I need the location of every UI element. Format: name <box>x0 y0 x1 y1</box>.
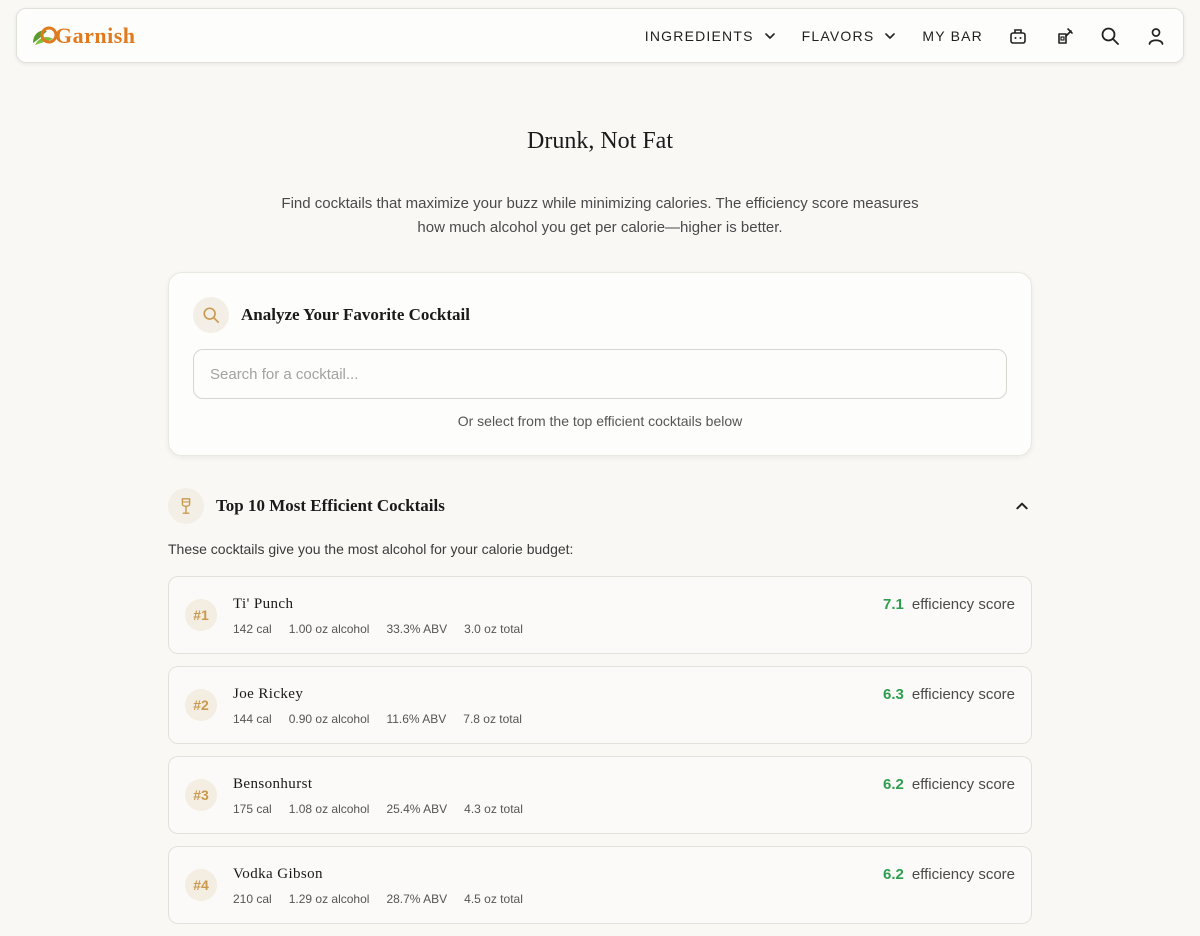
analyze-hint: Or select from the top efficient cocktai… <box>457 413 743 429</box>
cocktail-row[interactable]: #1 Ti' Punch 142 cal 1.00 oz alcohol 33.… <box>168 576 1032 654</box>
wine-glass-icon <box>168 488 204 524</box>
efficiency-score: 6.2 efficiency score <box>883 776 1015 793</box>
analyze-card: Analyze Your Favorite Cocktail Or select… <box>168 272 1032 456</box>
abv: 33.3% ABV <box>386 622 448 636</box>
efficiency-score: 6.3 efficiency score <box>883 686 1015 703</box>
calories: 142 cal <box>233 622 272 636</box>
cocktail-stats: 210 cal 1.29 oz alcohol 28.7% ABV 4.5 oz… <box>233 892 540 906</box>
total-volume: 4.5 oz total <box>464 892 523 906</box>
analyze-header: Analyze Your Favorite Cocktail <box>193 297 470 333</box>
total-volume: 7.8 oz total <box>463 712 522 726</box>
calories: 175 cal <box>233 802 272 816</box>
cocktail-name: Ti' Punch <box>233 596 294 612</box>
alcohol-amount: 1.08 oz alcohol <box>288 802 370 816</box>
top-list-header: Top 10 Most Efficient Cocktails <box>168 488 1032 524</box>
rank-badge: #3 <box>185 779 217 811</box>
nav-my-bar-label: MY BAR <box>922 27 983 44</box>
rank-badge: #1 <box>185 599 217 631</box>
search-icon[interactable] <box>1099 25 1121 47</box>
nav-flavors[interactable]: FLAVORS <box>802 28 897 44</box>
cocktail-name: Joe Rickey <box>233 686 304 702</box>
calories: 144 cal <box>233 712 272 726</box>
page-title: Drunk, Not Fat <box>527 128 673 154</box>
total-volume: 4.3 oz total <box>464 802 523 816</box>
cocktail-row[interactable]: #3 Bensonhurst 175 cal 1.08 oz alcohol 2… <box>168 756 1032 834</box>
score-value: 6.2 <box>883 866 904 883</box>
nav-menu: INGREDIENTS FLAVORS MY BAR <box>645 9 1167 62</box>
score-value: 6.2 <box>883 776 904 793</box>
cocktail-stats: 142 cal 1.00 oz alcohol 33.3% ABV 3.0 oz… <box>233 622 540 636</box>
score-value: 7.1 <box>883 596 904 613</box>
score-label: efficiency score <box>911 596 1015 613</box>
cocktail-name: Bensonhurst <box>233 776 313 792</box>
alcohol-amount: 0.90 oz alcohol <box>288 712 370 726</box>
score-value: 6.3 <box>883 686 904 703</box>
analyze-title: Analyze Your Favorite Cocktail <box>241 305 470 324</box>
calories: 210 cal <box>233 892 272 906</box>
nav-ingredients-label: INGREDIENTS <box>644 27 754 44</box>
bottle-icon[interactable] <box>1053 25 1075 47</box>
efficiency-score: 7.1 efficiency score <box>883 596 1015 613</box>
cocktail-list: #1 Ti' Punch 142 cal 1.00 oz alcohol 33.… <box>168 576 1032 936</box>
cocktail-name: Vodka Gibson <box>233 866 323 882</box>
alcohol-amount: 1.29 oz alcohol <box>288 892 370 906</box>
brand-name: Garnish <box>55 23 136 48</box>
alcohol-amount: 1.00 oz alcohol <box>288 622 370 636</box>
nav-ingredients[interactable]: INGREDIENTS <box>645 28 776 44</box>
score-label: efficiency score <box>911 686 1015 703</box>
abv: 25.4% ABV <box>386 802 448 816</box>
cocktail-stats: 175 cal 1.08 oz alcohol 25.4% ABV 4.3 oz… <box>233 802 540 816</box>
rank-badge: #2 <box>185 689 217 721</box>
nav-flavors-label: FLAVORS <box>801 27 875 44</box>
cocktail-row[interactable]: #4 Vodka Gibson 210 cal 1.29 oz alcohol … <box>168 846 1032 924</box>
cocktail-search-input[interactable] <box>193 349 1007 399</box>
chevron-down-icon <box>764 30 776 42</box>
brand-logo[interactable]: Garnish <box>29 19 136 53</box>
page-intro: Find cocktails that maximize your buzz w… <box>281 195 919 236</box>
efficiency-score: 6.2 efficiency score <box>883 866 1015 883</box>
chevron-down-icon <box>884 30 896 42</box>
score-label: efficiency score <box>911 866 1015 883</box>
shaker-icon[interactable] <box>1007 25 1029 47</box>
cocktail-stats: 144 cal 0.90 oz alcohol 11.6% ABV 7.8 oz… <box>233 712 539 726</box>
user-icon[interactable] <box>1145 25 1167 47</box>
chevron-up-icon[interactable] <box>1012 496 1032 516</box>
cocktail-row[interactable]: #2 Joe Rickey 144 cal 0.90 oz alcohol 11… <box>168 666 1032 744</box>
search-icon <box>193 297 229 333</box>
top-list-subtitle: These cocktails give you the most alcoho… <box>168 541 574 557</box>
abv: 11.6% ABV <box>386 712 447 726</box>
rank-badge: #4 <box>185 869 217 901</box>
abv: 28.7% ABV <box>386 892 448 906</box>
total-volume: 3.0 oz total <box>464 622 523 636</box>
score-label: efficiency score <box>911 776 1015 793</box>
top-navbar: Garnish INGREDIENTS FLAVORS MY BAR <box>16 8 1184 63</box>
top-list-title: Top 10 Most Efficient Cocktails <box>216 496 445 515</box>
nav-my-bar[interactable]: MY BAR <box>922 28 983 44</box>
